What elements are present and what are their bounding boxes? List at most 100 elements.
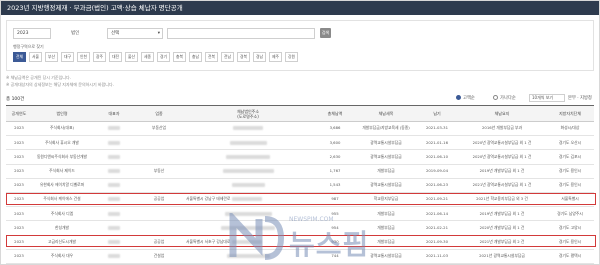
sort-radio-name[interactable]: 가나다순 <box>493 95 516 101</box>
table-cell-biz <box>136 178 182 193</box>
region-button[interactable]: 충북 <box>173 52 186 62</box>
table-cell-gov: 화성시/대상 <box>546 121 594 137</box>
table-cell-amount: 3,686 <box>314 121 356 137</box>
column-header[interactable]: 대표자 <box>92 105 136 122</box>
redacted-blur <box>108 211 120 216</box>
table-cell-year: 2023 <box>6 149 32 165</box>
newspim-logo-icon <box>229 210 285 260</box>
column-header[interactable]: 공개연도 <box>6 105 32 122</box>
region-button-group: 전체 서울 부산 대구 인천 광주 대전 울산 세종 경기 충북 충남 전북 전… <box>13 52 298 62</box>
table-row[interactable]: 2023 동원디앤씨주식회사 부동산개발 2,630 광역교통시설부담금 2021-06… <box>6 149 594 165</box>
redacted-blur <box>108 183 120 188</box>
table-cell-rep <box>92 220 136 236</box>
column-header[interactable]: 법인명 <box>32 105 92 122</box>
region-button[interactable]: 제주 <box>269 52 282 62</box>
table-cell-amount: 1,543 <box>314 178 356 193</box>
region-button[interactable]: 서울 <box>29 52 42 62</box>
table-row[interactable]: 2023 주식회사 휴시오 개발 3,600 광역교통시설부담금 2021-01-16 2… <box>6 135 594 151</box>
table-cell-biz <box>136 149 182 165</box>
table-row[interactable]: 2023 주식회사(대표) 부동산업 3,686 개발부담금/지방교육세 (동종) 202… <box>6 121 594 137</box>
table-cell-detail: 2019년 개발부담금 외 1 건 <box>458 164 546 179</box>
table-cell-tax: 광역교통시설부담금 <box>356 149 416 165</box>
table-cell-gov: 경기도 평택시 <box>546 249 594 264</box>
table-cell-detail: 2021년 학교용지부담금 외 3 건 <box>458 192 546 208</box>
table-cell-biz: 건설업 <box>136 249 182 264</box>
table-cell-name: 주식회사 디엠 <box>32 206 92 222</box>
redacted-blur <box>108 140 120 145</box>
redacted-blur <box>108 239 120 244</box>
region-button[interactable]: 경기 <box>157 52 170 62</box>
column-header[interactable]: 체납세목 <box>356 105 416 122</box>
table-cell-rep <box>92 235 136 250</box>
region-button[interactable]: 강원 <box>285 52 298 62</box>
table-cell-due: 2021-09-21 <box>416 192 458 208</box>
table-cell-amount: 2,630 <box>314 149 356 165</box>
region-button[interactable]: 전남 <box>221 52 234 62</box>
column-header[interactable]: 지방자치단체 <box>546 105 594 122</box>
region-button[interactable]: 경남 <box>253 52 266 62</box>
notice-text: ※ 체납금액은 공개된 당시 기준입니다. <box>6 75 71 80</box>
table-cell-name: 주식회사 휴시오 개발 <box>32 135 92 151</box>
table-cell-due: 2021-03-31 <box>416 121 458 137</box>
column-header[interactable]: 납기 <box>416 105 458 122</box>
table-row[interactable]: 2023 주식회사 케이에스 건설 공공업 서울특별시 강남구 테헤란로 987 학교용지… <box>6 192 594 208</box>
region-button[interactable]: 전체 <box>13 52 26 62</box>
redacted-blur <box>231 183 265 188</box>
table-cell-year: 2023 <box>6 249 32 264</box>
redacted-blur <box>232 197 263 202</box>
table-cell-detail: 2020년 개발부담금 외 1 건 <box>458 220 546 236</box>
column-header[interactable]: 체납법인주소 (도로명주소) <box>182 105 314 122</box>
region-button[interactable]: 대전 <box>109 52 122 62</box>
table-cell-detail: 2021년 광역교통시설부담금 <box>458 249 546 264</box>
view-label: 본부 · 지방청 <box>568 96 592 101</box>
table-cell-due: 2021-06-23 <box>416 178 458 193</box>
table-cell-detail: 2021년 개발부담금 외 2 건 <box>458 235 546 250</box>
table-cell-year: 2023 <box>6 192 32 208</box>
sort-radio-amount[interactable]: 고액순 <box>456 95 475 101</box>
search-button[interactable]: 검색 <box>320 28 331 38</box>
redacted-blur <box>222 169 274 173</box>
table-cell-tax: 개발부담금/지방교육세 (동종) <box>356 121 416 137</box>
region-button[interactable]: 전북 <box>205 52 218 62</box>
table-cell-gov: 서울특별시 <box>546 192 594 208</box>
table-cell-addr <box>182 149 314 165</box>
table-cell-biz <box>136 135 182 151</box>
search-panel: 2023 법인 선택 ▾ 검색 행정구역으로 찾기 전체 서울 부산 대구 인천 … <box>6 20 594 71</box>
table-cell-detail: 2021년 광역교통시설부담금 외 1 건 <box>458 178 546 193</box>
table-cell-due: 2021-01-16 <box>416 135 458 151</box>
page-size-select[interactable]: 10개씩 보기 <box>529 94 565 102</box>
region-button[interactable]: 광주 <box>93 52 106 62</box>
table-cell-detail: 2016년 개발부담금 부과 <box>458 121 546 137</box>
sort-select-value: 선택 <box>111 31 120 36</box>
table-cell-tax: 학교용지부담금 <box>356 192 416 208</box>
table-row[interactable]: 2023 유한회사 에이치알 디벨로퍼 1,543 광역교통시설부담금 2021-06-… <box>6 178 594 193</box>
table-cell-gov: 경기도 고양시 <box>546 220 594 236</box>
region-button[interactable]: 울산 <box>125 52 138 62</box>
table-cell-year: 2023 <box>6 206 32 222</box>
region-button[interactable]: 충남 <box>189 52 202 62</box>
table-cell-addr <box>182 164 314 179</box>
region-button[interactable]: 경북 <box>237 52 250 62</box>
redacted-blur <box>108 197 120 202</box>
table-cell-amount: 3,600 <box>314 135 356 151</box>
table-cell-year: 2023 <box>6 135 32 151</box>
table-row[interactable]: 2023 주식회사 제이드 부동산 1,767 개발부담금 2019-09-04 2019년… <box>6 164 594 179</box>
year-select[interactable]: 2023 <box>13 28 51 39</box>
keyword-input[interactable] <box>167 28 315 39</box>
table-cell-due: 2021-06-10 <box>416 149 458 165</box>
table-cell-year: 2023 <box>6 220 32 236</box>
table-cell-name: 주식회사 제이드 <box>32 164 92 179</box>
region-button[interactable]: 인천 <box>77 52 90 62</box>
region-button[interactable]: 대구 <box>61 52 74 62</box>
sort-select[interactable]: 선택 ▾ <box>107 28 163 39</box>
redacted-blur <box>108 126 120 131</box>
sort-radio-label: 가나다순 <box>500 96 516 101</box>
region-button[interactable]: 부산 <box>45 52 58 62</box>
column-header[interactable]: 업종 <box>136 105 182 122</box>
column-header[interactable]: 총체납액 <box>314 105 356 122</box>
table-cell-name: 주식회사(대표) <box>32 121 92 137</box>
result-count: 총 100건 <box>6 97 25 102</box>
table-cell-biz: 공공업 <box>136 235 182 250</box>
region-button[interactable]: 세종 <box>141 52 154 62</box>
column-header[interactable]: 체납요지 <box>458 105 546 122</box>
